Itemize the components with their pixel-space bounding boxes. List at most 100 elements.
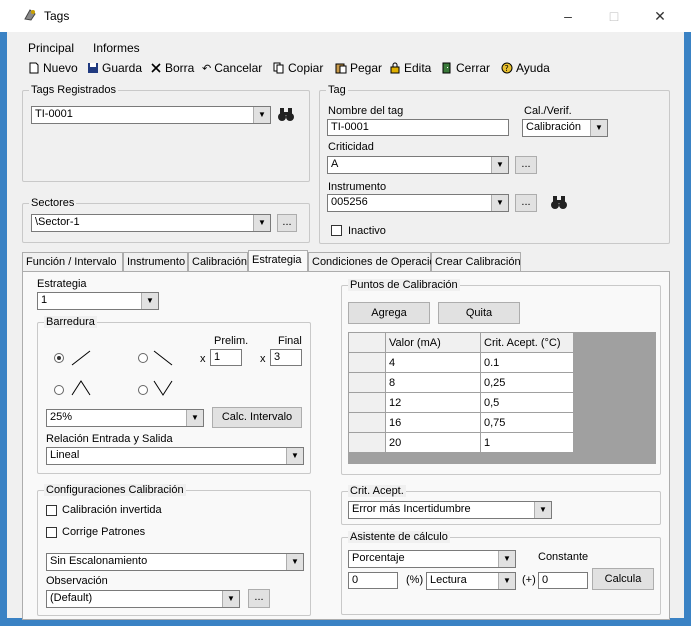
menu-principal[interactable]: Principal: [28, 41, 74, 55]
binoculars-icon[interactable]: [550, 194, 568, 210]
table-cell[interactable]: 20: [385, 432, 481, 453]
tags-registrados-select[interactable]: TI-0001 ▼: [31, 106, 271, 124]
borra-button[interactable]: Borra: [150, 61, 194, 75]
tab-condiciones[interactable]: Condiciones de Operación: [308, 252, 442, 272]
maximize-button[interactable]: □: [594, 5, 634, 27]
crit-acept-value: Error más Incertidumbre: [352, 503, 471, 515]
sectores-legend: Sectores: [29, 197, 77, 209]
nuevo-button[interactable]: Nuevo: [28, 61, 78, 75]
copiar-button[interactable]: Copiar: [273, 61, 323, 75]
table-cell[interactable]: 4: [385, 352, 481, 373]
menu-informes[interactable]: Informes: [93, 41, 140, 55]
quita-button[interactable]: Quita: [438, 302, 520, 324]
lectura-value: Lectura: [430, 574, 467, 586]
menu-bar: Principal Informes: [0, 39, 691, 59]
minimize-button[interactable]: –: [548, 5, 588, 27]
percent-label: (%): [406, 574, 424, 586]
calibracion-invertida-checkbox[interactable]: [46, 505, 57, 516]
table-cell[interactable]: 16: [385, 412, 481, 433]
observacion-select[interactable]: (Default) ▼: [46, 590, 240, 608]
sweep-down-up-radio[interactable]: [138, 385, 148, 395]
estrategia-select[interactable]: 1 ▼: [37, 292, 159, 310]
crit-acept-select[interactable]: Error más Incertidumbre ▼: [348, 501, 552, 519]
tab-crear-calibracion[interactable]: Crear Calibración: [431, 252, 521, 272]
puntos-group: Puntos de Calibración Agrega Quita Valor…: [341, 279, 661, 475]
table-cell[interactable]: 0,75: [480, 412, 574, 433]
calcula-button[interactable]: Calcula: [592, 568, 654, 590]
cancelar-button[interactable]: ↶ Cancelar: [202, 61, 262, 75]
toolbar: Nuevo Guarda Borra ↶ Cancelar Copiar Peg…: [0, 58, 691, 80]
agrega-button[interactable]: Agrega: [348, 302, 430, 324]
ayuda-label: Ayuda: [516, 61, 550, 75]
prelim-x-label: x: [200, 353, 206, 365]
tab-calibracion[interactable]: Calibración: [188, 252, 248, 272]
valley-down-icon: [153, 380, 173, 396]
column-header[interactable]: Valor (mA): [385, 332, 481, 353]
inactivo-checkbox[interactable]: [331, 225, 342, 236]
pegar-button[interactable]: Pegar: [335, 61, 382, 75]
window-title: Tags: [44, 9, 70, 23]
escalonamiento-value: Sin Escalonamiento: [50, 555, 148, 567]
table-row[interactable]: 20 1: [348, 432, 574, 453]
escalonamiento-select[interactable]: Sin Escalonamiento ▼: [46, 553, 304, 571]
table-cell[interactable]: 1: [480, 432, 574, 453]
tags-registrados-legend: Tags Registrados: [29, 84, 118, 96]
tab-instrumento[interactable]: Instrumento: [123, 252, 188, 272]
asistente-value2-input[interactable]: 0: [538, 572, 588, 589]
cerrar-button[interactable]: Cerrar: [441, 61, 490, 75]
estrategia-label: Estrategia: [37, 278, 87, 290]
guarda-label: Guarda: [102, 61, 143, 75]
binoculars-icon[interactable]: [277, 106, 295, 122]
calverif-select[interactable]: Calibración ▼: [522, 119, 608, 137]
ayuda-button[interactable]: ? Ayuda: [501, 61, 550, 75]
edita-button[interactable]: Edita: [389, 61, 431, 75]
sweep-up-radio[interactable]: [54, 353, 64, 363]
barredura-legend: Barredura: [44, 316, 97, 328]
nombre-input[interactable]: TI-0001: [327, 119, 509, 136]
sectores-select[interactable]: \Sector-1 ▼: [31, 214, 271, 232]
table-cell[interactable]: 0,5: [480, 392, 574, 413]
table-cell[interactable]: 0.1: [480, 352, 574, 373]
puntos-table[interactable]: Valor (mA) Crit. Acept. (°C) 4 0.1 8 0,25 …: [348, 332, 574, 453]
sweep-down-radio[interactable]: [138, 353, 148, 363]
instrumento-browse-button[interactable]: ...: [515, 194, 537, 212]
table-row[interactable]: 4 0.1: [348, 352, 574, 373]
ramp-down-icon: [153, 350, 173, 366]
asistente-group: Asistente de cálculo Porcentaje ▼ Consta…: [341, 531, 661, 615]
guarda-button[interactable]: Guarda: [87, 61, 142, 75]
table-row[interactable]: 16 0,75: [348, 412, 574, 433]
final-input[interactable]: 3: [270, 349, 302, 366]
nuevo-label: Nuevo: [43, 61, 78, 75]
configuraciones-legend: Configuraciones Calibración: [44, 484, 186, 496]
table-cell[interactable]: 12: [385, 392, 481, 413]
chevron-down-icon: ▼: [491, 195, 508, 211]
relacion-select[interactable]: Lineal ▼: [46, 447, 304, 465]
table-row[interactable]: 8 0,25: [348, 372, 574, 393]
sectores-browse-button[interactable]: ...: [277, 214, 297, 232]
sweep-up-down-radio[interactable]: [54, 385, 64, 395]
observacion-browse-button[interactable]: ...: [248, 589, 270, 608]
calc-intervalo-button[interactable]: Calc. Intervalo: [212, 407, 302, 428]
asistente-mode-select[interactable]: Porcentaje ▼: [348, 550, 516, 568]
close-button[interactable]: ✕: [640, 5, 680, 27]
estrategia-value: 1: [41, 294, 48, 306]
criticidad-label: Criticidad: [328, 141, 374, 153]
criticidad-select[interactable]: A ▼: [327, 156, 509, 174]
lectura-select[interactable]: Lectura ▼: [426, 572, 516, 590]
window-border-left: [0, 32, 7, 626]
chevron-down-icon: ▼: [498, 551, 515, 567]
column-header[interactable]: Crit. Acept. (°C): [480, 332, 574, 353]
instrumento-select[interactable]: 005256 ▼: [327, 194, 509, 212]
table-row[interactable]: 12 0,5: [348, 392, 574, 413]
table-cell[interactable]: 0,25: [480, 372, 574, 393]
percent-value: 25%: [50, 411, 73, 423]
tags-registrados-value: TI-0001: [35, 108, 73, 120]
corrige-patrones-checkbox[interactable]: [46, 527, 57, 538]
criticidad-browse-button[interactable]: ...: [515, 156, 537, 174]
prelim-input[interactable]: 1: [210, 349, 242, 366]
percent-select[interactable]: 25% ▼: [46, 409, 204, 427]
tab-estrategia[interactable]: Estrategia: [248, 250, 308, 273]
asistente-value1-input[interactable]: 0: [348, 572, 398, 589]
tab-funcion-intervalo[interactable]: Función / Intervalo: [22, 252, 123, 272]
table-cell[interactable]: 8: [385, 372, 481, 393]
